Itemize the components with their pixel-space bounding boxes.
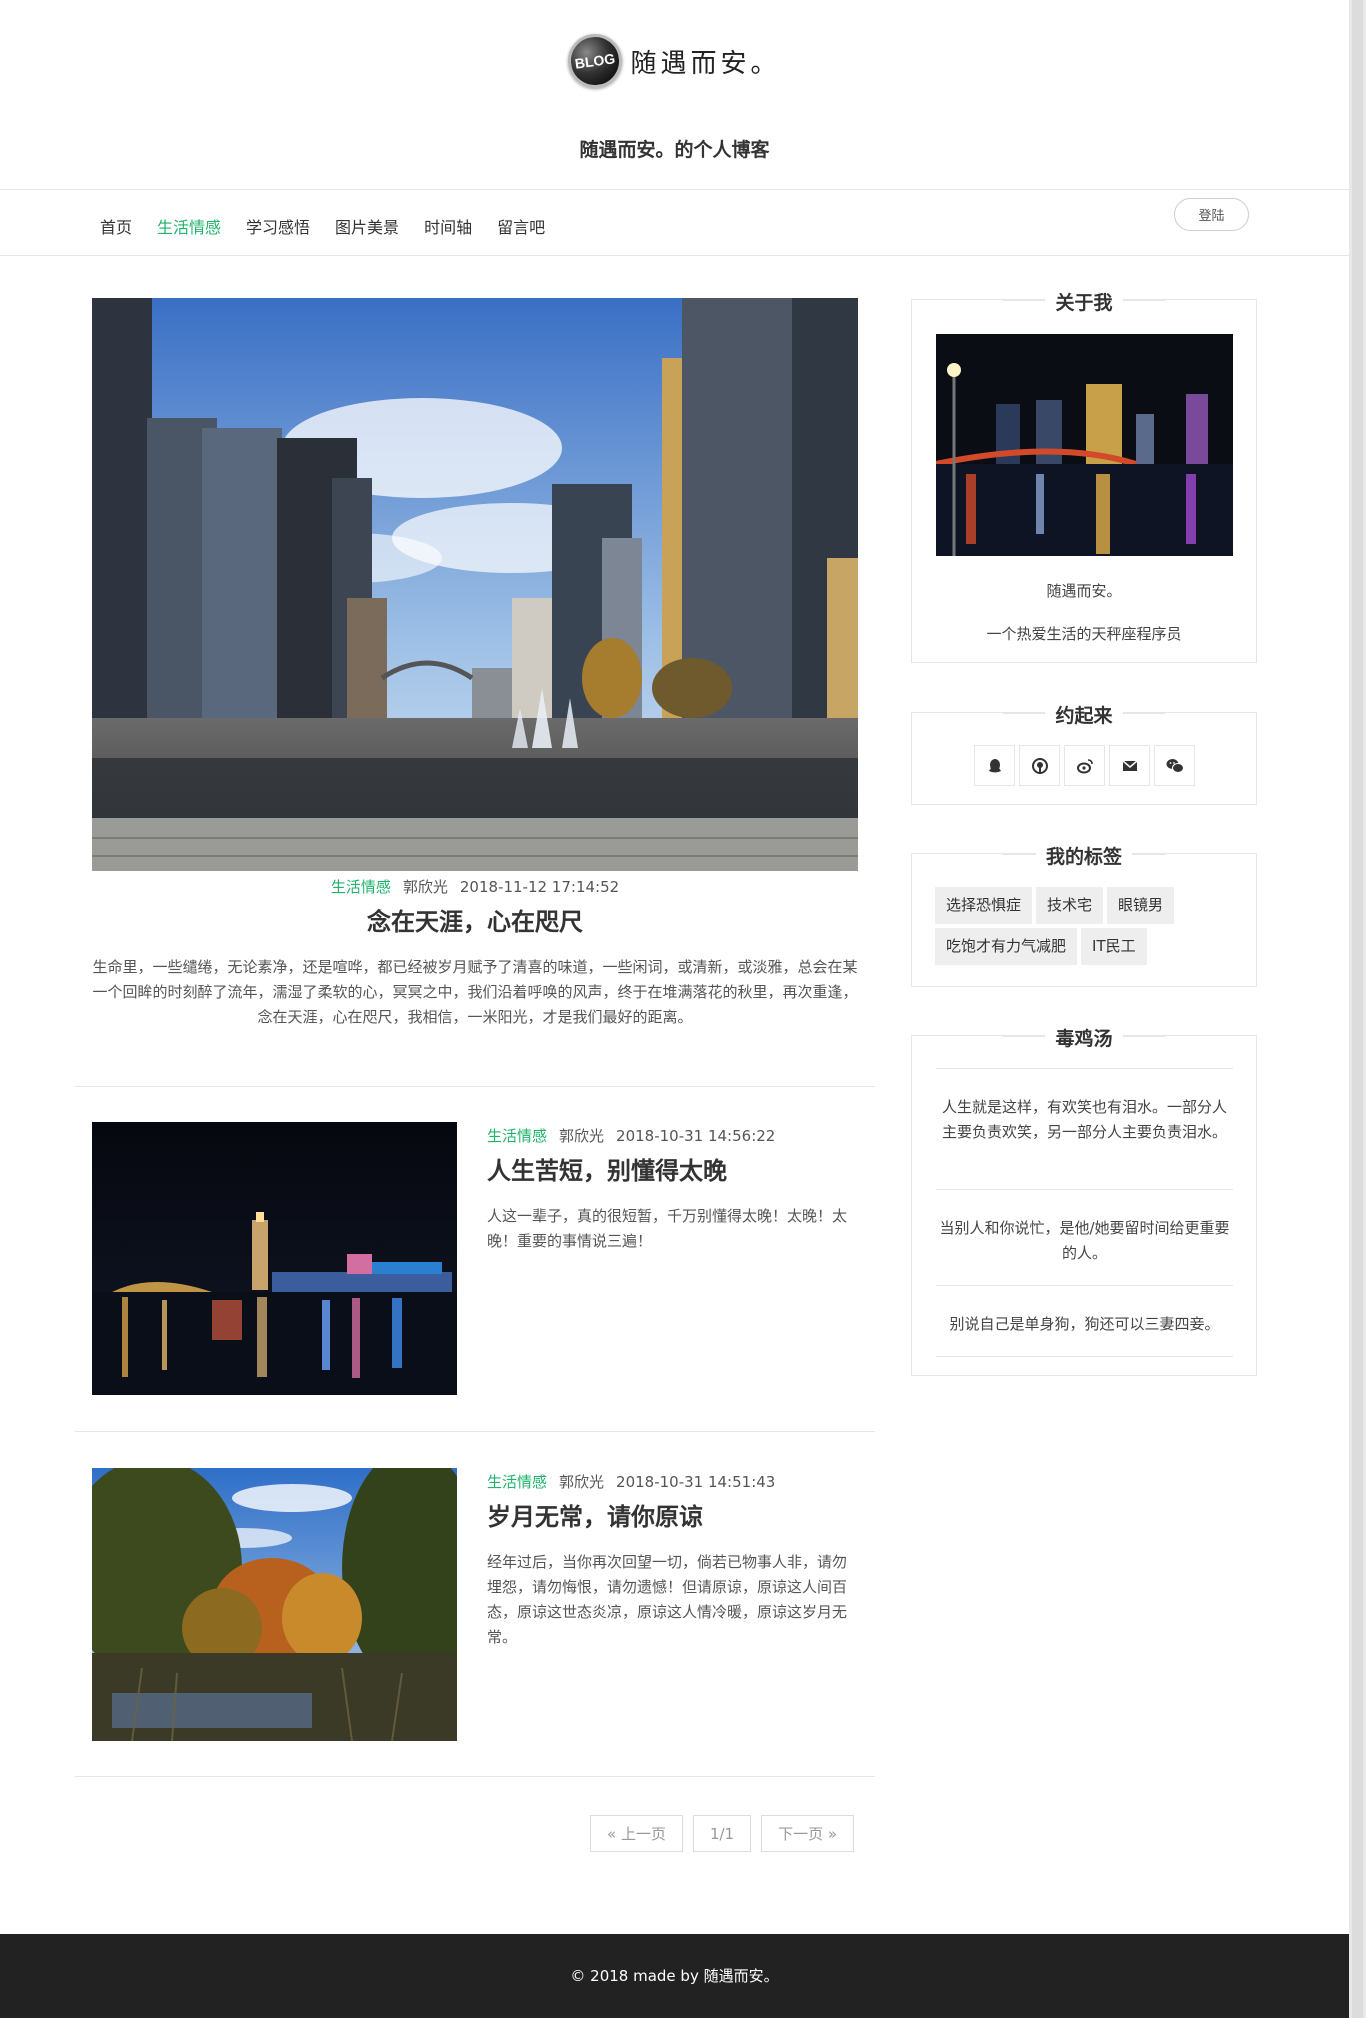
- featured-post-date: 2018-11-12 17:14:52: [459, 878, 620, 896]
- site-logo-area: BLOG 随遇而安。: [0, 30, 1349, 92]
- footer: © 2018 made by 随遇而安。: [0, 1934, 1349, 2018]
- scrollbar-thumb[interactable]: [1352, 0, 1363, 2018]
- qq-icon[interactable]: [974, 745, 1015, 786]
- quotes-box: 毒鸡汤 人生就是这样，有欢笑也有泪水。一部分人主要负责欢笑，另一部分人主要负责泪…: [911, 1028, 1257, 1376]
- about-me-box: 关于我 随遇而安。 一个热爱生活的天秤座程序员: [911, 292, 1257, 663]
- tags-box: 我的标签 选择恐惧症 技术宅 眼镜男 吃饱才有力气减肥 IT民工: [911, 846, 1257, 987]
- prev-page-button[interactable]: « 上一页: [590, 1815, 683, 1852]
- tags-title: 我的标签: [912, 842, 1256, 869]
- post-excerpt: 经年过后，当你再次回望一切，倘若已物事人非，请勿埋怨，请勿悔恨，请勿遗憾！但请原…: [487, 1553, 848, 1646]
- nav-item[interactable]: 首页: [100, 214, 132, 238]
- site-logo[interactable]: BLOG 随遇而安。: [564, 30, 781, 92]
- quote-divider: [936, 1285, 1233, 1286]
- post-thumbnail[interactable]: [92, 1122, 457, 1395]
- divider: [75, 1431, 875, 1432]
- quote-divider: [936, 1356, 1233, 1357]
- featured-post-author: 郭欣光: [402, 878, 448, 896]
- quote-divider: [936, 1189, 1233, 1190]
- quotes-title: 毒鸡汤: [912, 1024, 1256, 1051]
- login-button[interactable]: 登陆: [1174, 198, 1249, 231]
- nav-item[interactable]: 学习感悟: [246, 214, 310, 238]
- about-me-description: 一个热爱生活的天秤座程序员: [986, 625, 1182, 643]
- post-author: 郭欣光: [559, 1473, 605, 1491]
- post-author: 郭欣光: [559, 1127, 605, 1145]
- site-subtitle: 随遇而安。的个人博客: [579, 139, 770, 161]
- pagination: « 上一页 1/1 下一页 »: [590, 1815, 855, 1852]
- page-scrollbar[interactable]: [1349, 0, 1366, 2018]
- post-category[interactable]: 生活情感: [487, 1127, 547, 1145]
- featured-post-title[interactable]: 念在天涯，心在咫尺: [75, 902, 875, 937]
- nav-list: 首页 生活情感 学习感悟 图片美景 时间轴 留言吧: [100, 214, 570, 238]
- nav-item[interactable]: 图片美景: [335, 214, 399, 238]
- post-meta: 生活情感 郭欣光 2018-10-31 14:56:22: [487, 1125, 775, 1146]
- blog-badge-icon: BLOG: [564, 30, 626, 92]
- page-indicator: 1/1: [692, 1815, 752, 1852]
- tag-item[interactable]: 眼镜男: [1107, 887, 1175, 924]
- featured-post-category[interactable]: 生活情感: [331, 878, 391, 896]
- main-nav: 首页 生活情感 学习感悟 图片美景 时间轴 留言吧 登陆: [0, 189, 1349, 256]
- page: BLOG 随遇而安。 随遇而安。的个人博客 首页 生活情感 学习感悟 图片美景 时间轴留…: [0, 0, 1349, 2018]
- post-date: 2018-10-31 14:51:43: [616, 1473, 776, 1491]
- post-title[interactable]: 人生苦短，别懂得太晚: [487, 1151, 727, 1186]
- quote-item: 人生就是这样，有欢笑也有泪水。一部分人主要负责欢笑，另一部分人主要负责泪水。: [941, 1098, 1227, 1141]
- tag-item[interactable]: 选择恐惧症: [935, 887, 1033, 924]
- featured-post-image[interactable]: [92, 298, 858, 871]
- post-meta: 生活情感 郭欣光 2018-10-31 14:51:43: [487, 1471, 775, 1492]
- wechat-icon[interactable]: [1154, 745, 1195, 786]
- weibo-icon[interactable]: [1064, 745, 1105, 786]
- about-me-name: 随遇而安。: [1046, 582, 1122, 600]
- about-me-photo: [936, 334, 1233, 556]
- tags-list: 选择恐惧症 技术宅 眼镜男 吃饱才有力气减肥 IT民工: [935, 887, 1245, 969]
- divider: [75, 1086, 875, 1087]
- social-links: [974, 745, 1199, 786]
- post-category[interactable]: 生活情感: [487, 1473, 547, 1491]
- about-me-title: 关于我: [912, 288, 1256, 315]
- divider: [75, 1776, 875, 1777]
- nav-item[interactable]: 留言吧: [497, 214, 545, 238]
- post-item: 生活情感 郭欣光 2018-10-31 14:51:43 岁月无常，请你原谅 经年过…: [92, 1468, 858, 1741]
- featured-post-meta: 生活情感 郭欣光 2018-11-12 17:14:52: [75, 876, 875, 897]
- post-item: 生活情感 郭欣光 2018-10-31 14:56:22 人生苦短，别懂得太晚 人这…: [92, 1122, 858, 1395]
- logo-text: 随遇而安。: [630, 48, 781, 79]
- post-excerpt: 人这一辈子，真的很短暂，千万别懂得太晚！太晚！太晚！重要的事情说三遍！: [487, 1207, 848, 1250]
- nav-item[interactable]: 生活情感: [157, 214, 221, 238]
- tag-item[interactable]: 吃饱才有力气减肥: [935, 928, 1078, 965]
- featured-post-excerpt: 生命里，一些缱绻，无论素净，还是喧哗，都已经被岁月赋予了清喜的味道，一些闲词，或…: [92, 958, 858, 1026]
- quote-divider: [936, 1068, 1233, 1069]
- email-icon[interactable]: [1109, 745, 1150, 786]
- post-date: 2018-10-31 14:56:22: [616, 1127, 776, 1145]
- nav-item[interactable]: 时间轴: [424, 214, 472, 238]
- contact-box: 约起来: [911, 705, 1257, 805]
- contact-title: 约起来: [912, 701, 1256, 728]
- next-page-button[interactable]: 下一页 »: [761, 1815, 855, 1852]
- quote-item: 当别人和你说忙，是他/她要留时间给更重要的人。: [939, 1219, 1230, 1262]
- github-icon[interactable]: [1019, 745, 1060, 786]
- tag-item[interactable]: 技术宅: [1036, 887, 1104, 924]
- post-title[interactable]: 岁月无常，请你原谅: [487, 1497, 703, 1532]
- post-thumbnail[interactable]: [92, 1468, 457, 1741]
- tag-item[interactable]: IT民工: [1081, 928, 1147, 965]
- quote-item: 别说自己是单身狗，狗还可以三妻四妾。: [949, 1315, 1220, 1333]
